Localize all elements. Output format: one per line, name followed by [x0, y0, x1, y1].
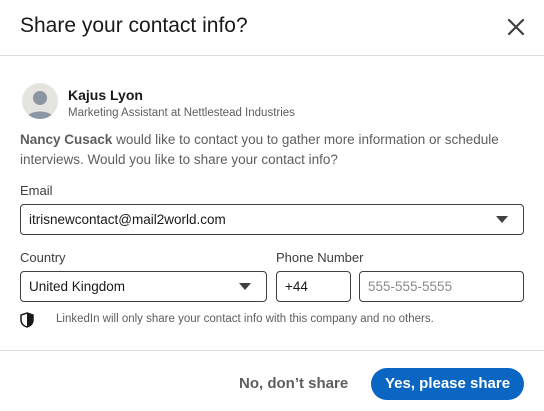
decline-button[interactable]: No, don’t share [227, 368, 360, 400]
share-contact-dialog: Share your contact info? Kajus Lyon Mark… [0, 0, 544, 410]
email-select[interactable]: itrisnewcontact@mail2world.com [20, 204, 524, 235]
accept-button[interactable]: Yes, please share [371, 368, 524, 400]
profile-headline: Marketing Assistant at Nettlestead Indus… [68, 107, 295, 119]
avatar [22, 83, 58, 119]
phone-country-code: +44 [285, 279, 308, 294]
close-button[interactable] [502, 13, 530, 41]
close-icon [507, 18, 525, 36]
chevron-down-icon [496, 216, 508, 223]
request-message: Nancy Cusack would like to contact you t… [20, 130, 530, 170]
privacy-notice-text: LinkedIn will only share your contact in… [56, 313, 434, 325]
shield-icon [20, 312, 34, 328]
dialog-title: Share your contact info? [20, 14, 248, 37]
phone-number-placeholder: 555-555-5555 [368, 279, 453, 294]
country-label: Country [20, 250, 66, 265]
email-label: Email [20, 183, 53, 198]
requester-name: Nancy Cusack [20, 132, 113, 147]
chevron-down-icon [239, 283, 251, 290]
country-select[interactable]: United Kingdom [20, 271, 267, 302]
country-value: United Kingdom [29, 279, 126, 294]
phone-label: Phone Number [276, 250, 364, 265]
person-avatar-icon [22, 83, 58, 119]
profile-name: Kajus Lyon [68, 87, 143, 103]
email-value: itrisnewcontact@mail2world.com [29, 212, 226, 227]
phone-number-input[interactable]: 555-555-5555 [359, 271, 524, 302]
phone-country-code-field[interactable]: +44 [276, 271, 351, 302]
dialog-header: Share your contact info? [0, 0, 544, 56]
dialog-footer: No, don’t share Yes, please share [0, 350, 544, 411]
